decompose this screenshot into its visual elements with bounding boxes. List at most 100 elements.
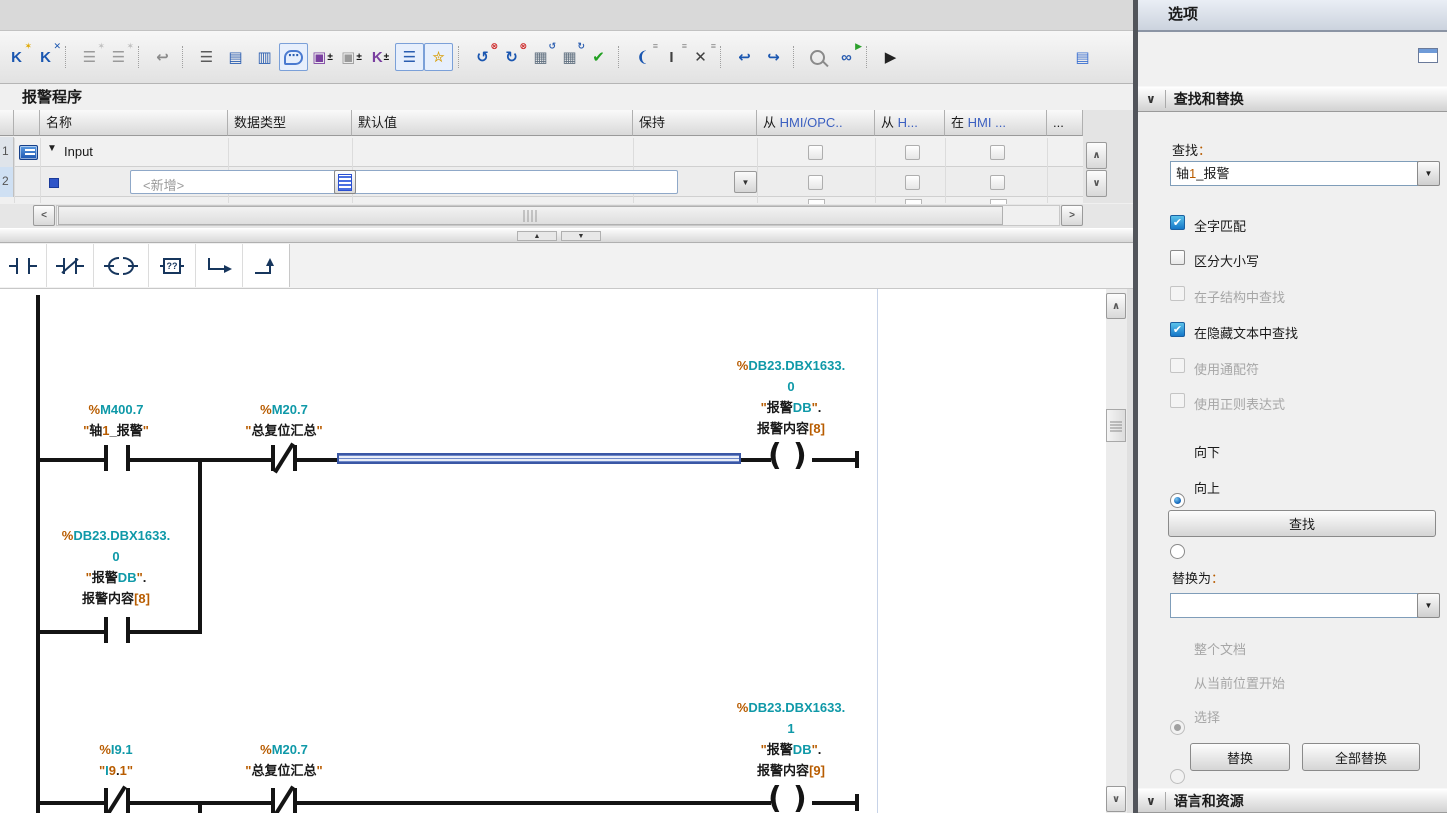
contact-no-button[interactable] bbox=[0, 244, 47, 287]
table-scroll-right-icon[interactable]: > bbox=[1061, 205, 1083, 226]
operand-label[interactable]: %DB23.DBX1633. 1 "报警DB". 报警内容[9] bbox=[737, 697, 845, 781]
operand-name[interactable]: "轴1_报警" bbox=[83, 420, 149, 441]
contact-no-symbol[interactable] bbox=[104, 445, 108, 471]
close-branch-button[interactable] bbox=[243, 244, 290, 287]
operand-kx-icon-dropdown[interactable]: ± bbox=[384, 52, 390, 63]
go-forward-icon[interactable]: ↪ bbox=[759, 43, 788, 71]
update-block-call-icon[interactable]: ▦↺ bbox=[526, 43, 555, 71]
from-h-checkbox[interactable] bbox=[905, 175, 920, 190]
coil-symbol[interactable]: ( bbox=[768, 784, 782, 813]
find-input[interactable]: 轴1_报警 bbox=[1170, 161, 1418, 186]
hide-symbols-icon[interactable]: ✕≡ bbox=[686, 43, 715, 71]
operand-address[interactable]: 0 bbox=[62, 546, 170, 567]
table-scroll-up-icon[interactable]: ∧ bbox=[1086, 142, 1107, 169]
open-branch-button[interactable] bbox=[196, 244, 243, 287]
coil-symbol[interactable]: ) bbox=[793, 784, 807, 813]
ladder-vscroll-thumb[interactable] bbox=[1106, 409, 1126, 442]
whole-words-checkbox[interactable]: ✔ bbox=[1170, 215, 1185, 230]
operand-name[interactable]: "总复位汇总" bbox=[245, 420, 322, 441]
operand-name[interactable]: "报警DB". bbox=[737, 739, 845, 760]
operand-label[interactable]: %M20.7 "总复位汇总" bbox=[245, 399, 322, 441]
contact-nc-button[interactable] bbox=[47, 244, 94, 287]
name-edit-box[interactable] bbox=[130, 170, 678, 194]
ladder-scroll-down-icon[interactable]: ∨ bbox=[1106, 786, 1126, 812]
more-commands-icon[interactable]: ▶ bbox=[876, 43, 905, 71]
operand-address[interactable]: %M20.7 bbox=[245, 739, 322, 760]
find-in-editor-icon[interactable] bbox=[803, 43, 832, 71]
open-all-networks-icon[interactable]: ▥ bbox=[250, 43, 279, 71]
table-row[interactable] bbox=[0, 137, 1083, 167]
network-comments-toggle-icon[interactable]: ⋯ bbox=[279, 43, 308, 71]
direction-down-radio[interactable] bbox=[1170, 493, 1185, 508]
previous-error-icon[interactable]: ↺⊗ bbox=[468, 43, 497, 71]
row-name[interactable]: Input bbox=[64, 144, 93, 159]
symbol-information-icon[interactable]: I≡ bbox=[657, 43, 686, 71]
selected-wire[interactable] bbox=[337, 453, 741, 464]
find-button[interactable]: 查找 bbox=[1168, 510, 1436, 537]
coil-symbol[interactable]: ) bbox=[793, 441, 807, 471]
operand-address[interactable]: %M20.7 bbox=[245, 399, 322, 420]
find-replace-section-header[interactable]: ∨ 查找和替换 bbox=[1138, 86, 1447, 112]
operand-name[interactable]: 报警内容[9] bbox=[737, 760, 845, 781]
splitter-collapse-down-icon[interactable]: ▼ bbox=[561, 231, 601, 241]
operand-name[interactable]: "I9.1" bbox=[99, 760, 133, 781]
operand-ghost-icon-dropdown[interactable]: ± bbox=[356, 52, 362, 63]
operand-label[interactable]: %DB23.DBX1633. 0 "报警DB". 报警内容[8] bbox=[62, 525, 170, 609]
reset-start-values-icon[interactable]: ↩ bbox=[148, 43, 177, 71]
operand-name[interactable]: 报警内容[8] bbox=[62, 588, 170, 609]
in-hmi-checkbox[interactable] bbox=[990, 175, 1005, 190]
expand-triangle-icon[interactable]: ▼ bbox=[47, 143, 57, 154]
hmi-opc-checkbox[interactable] bbox=[808, 175, 823, 190]
operand-label[interactable]: %M20.7 "总复位汇总" bbox=[245, 739, 322, 781]
operand-address[interactable]: %DB23.DBX1633. bbox=[737, 355, 845, 376]
operand-address[interactable]: %I9.1 bbox=[99, 739, 133, 760]
retain-dropdown-button[interactable]: ▼ bbox=[734, 171, 757, 193]
hmi-opc-checkbox[interactable] bbox=[808, 145, 823, 160]
splitter-collapse-up-icon[interactable]: ▲ bbox=[517, 231, 557, 241]
consistency-check-icon[interactable]: ✔ bbox=[584, 43, 613, 71]
table-hscroll-thumb[interactable] bbox=[58, 206, 1003, 225]
operand-label[interactable]: %DB23.DBX1633. 0 "报警DB". 报警内容[8] bbox=[737, 355, 845, 439]
operand-db-icon[interactable]: ▣± bbox=[308, 43, 337, 71]
coil-button[interactable] bbox=[94, 244, 149, 287]
contact-no-symbol[interactable] bbox=[104, 617, 108, 643]
ladder-vscroll-track[interactable] bbox=[1105, 289, 1127, 813]
operand-name[interactable]: "总复位汇总" bbox=[245, 760, 322, 781]
find-dropdown-icon[interactable]: ▼ bbox=[1417, 161, 1440, 186]
absolute-symbolic-toggle-icon[interactable]: ❨≡ bbox=[628, 43, 657, 71]
operand-name[interactable]: "报警DB". bbox=[62, 567, 170, 588]
next-error-icon[interactable]: ↻⊗ bbox=[497, 43, 526, 71]
monitoring-glasses-icon[interactable]: ∞▶ bbox=[832, 43, 861, 71]
languages-resources-section-header[interactable]: ∨ 语言和资源 bbox=[1138, 788, 1447, 813]
go-back-icon[interactable]: ↩ bbox=[730, 43, 759, 71]
insert-network-icon[interactable]: K✶ bbox=[2, 43, 31, 71]
from-h-checkbox[interactable] bbox=[905, 145, 920, 160]
operand-label[interactable]: %I9.1 "I9.1" bbox=[99, 739, 133, 781]
operand-address[interactable]: 1 bbox=[737, 718, 845, 739]
sync-block-call-icon[interactable]: ▦↻ bbox=[555, 43, 584, 71]
operand-db-icon-dropdown[interactable]: ± bbox=[327, 52, 333, 63]
operand-ghost-icon[interactable]: ▣± bbox=[337, 43, 366, 71]
datatype-browse-button[interactable] bbox=[334, 170, 356, 194]
contact-nc-symbol[interactable] bbox=[271, 788, 275, 813]
close-all-networks-icon[interactable]: ▤ bbox=[221, 43, 250, 71]
operand-kx-icon[interactable]: K± bbox=[366, 43, 395, 71]
operand-name[interactable]: "报警DB". bbox=[737, 397, 845, 418]
direction-up-radio[interactable] bbox=[1170, 544, 1185, 559]
add-new-placeholder[interactable]: <新增> bbox=[143, 175, 184, 194]
float-panel-icon[interactable] bbox=[1418, 48, 1438, 63]
replace-dropdown-icon[interactable]: ▼ bbox=[1417, 593, 1440, 618]
operand-address[interactable]: 0 bbox=[737, 376, 845, 397]
network-outline-icon[interactable]: ☰ bbox=[192, 43, 221, 71]
coil-symbol[interactable]: ( bbox=[768, 441, 782, 471]
replace-all-button[interactable]: 全部替换 bbox=[1302, 743, 1420, 771]
operand-address[interactable]: %M400.7 bbox=[83, 399, 149, 420]
insert-row-icon[interactable]: ☰✶ bbox=[75, 43, 104, 71]
replace-button[interactable]: 替换 bbox=[1190, 743, 1290, 771]
match-case-checkbox[interactable] bbox=[1170, 250, 1185, 265]
add-row-icon[interactable]: ☰✶ bbox=[104, 43, 133, 71]
display-format-icon[interactable]: ☰ bbox=[395, 43, 424, 71]
in-hmi-checkbox[interactable] bbox=[990, 145, 1005, 160]
favorites-icon[interactable]: ✮ bbox=[424, 43, 453, 71]
table-scroll-left-icon[interactable]: < bbox=[33, 205, 55, 226]
